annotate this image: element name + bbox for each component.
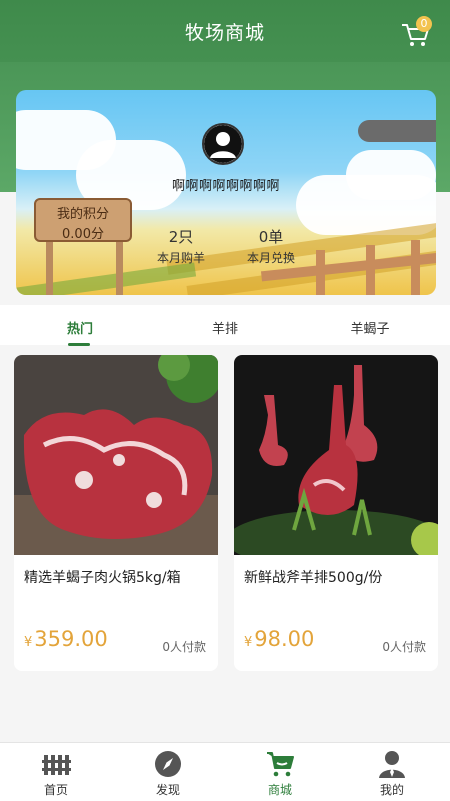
- paid-count: 0人付款: [382, 640, 426, 654]
- currency-symbol: ¥: [24, 635, 33, 650]
- product-name: 精选羊蝎子肉火锅5kg/箱: [24, 570, 181, 586]
- tab-lamb-chops[interactable]: 羊排: [195, 318, 255, 337]
- nav-label: 首页: [43, 783, 68, 797]
- active-tab-indicator: [68, 343, 90, 346]
- tab-hot[interactable]: 热门: [50, 318, 110, 337]
- tab-lamb-spine[interactable]: 羊蝎子: [330, 318, 410, 337]
- fence-post: [316, 250, 325, 295]
- stat-monthly-exchange: 0单 本月兑换: [236, 226, 306, 266]
- product-image: [14, 355, 218, 555]
- points-value: 0.00分: [62, 227, 104, 242]
- price-value: 98.00: [254, 627, 315, 651]
- product-card[interactable]: 精选羊蝎子肉火锅5kg/箱 ¥359.00 0人付款: [14, 355, 218, 671]
- nav-item-home[interactable]: 首页: [0, 743, 112, 801]
- stat-value: 0单: [258, 228, 284, 246]
- shopping-cart-icon: [267, 752, 294, 777]
- sign-in-pill[interactable]: [358, 120, 436, 142]
- nav-label: 我的: [379, 783, 404, 797]
- price-value: 359.00: [34, 627, 108, 651]
- nav-item-mall[interactable]: 商城: [224, 743, 336, 801]
- stat-value: 2只: [168, 228, 194, 246]
- profile-banner: 啊啊啊啊啊啊啊啊 我的积分 0.00分 2只 本月购羊 0单 本月兑换: [16, 90, 436, 295]
- fence-post: [366, 245, 375, 295]
- home-fence-icon: [42, 755, 71, 775]
- cart-count-badge: 0: [416, 16, 432, 32]
- fence-post: [411, 240, 420, 295]
- product-image: [234, 355, 438, 570]
- user-icon: [379, 751, 405, 778]
- points-label: 我的积分: [56, 207, 109, 222]
- avatar[interactable]: [202, 123, 244, 165]
- bottom-nav: 首页 发现 商城 我的: [0, 742, 450, 801]
- product-price: ¥359.00: [24, 627, 108, 651]
- currency-symbol: ¥: [244, 635, 253, 650]
- product-price: ¥98.00: [244, 627, 314, 651]
- field-stripe: [16, 262, 197, 295]
- stat-monthly-sheep: 2只 本月购羊: [146, 226, 216, 266]
- points-sign[interactable]: 我的积分 0.00分: [34, 198, 132, 242]
- product-card[interactable]: 新鲜战斧羊排500g/份 ¥98.00 0人付款: [234, 355, 438, 671]
- stat-label: 本月兑换: [246, 251, 295, 265]
- page-title: 牧场商城: [184, 22, 265, 44]
- sign-post: [116, 240, 123, 295]
- user-nickname: 啊啊啊啊啊啊啊啊: [171, 179, 280, 194]
- nav-label: 发现: [155, 783, 180, 797]
- sign-post: [46, 240, 53, 295]
- product-name: 新鲜战斧羊排500g/份: [244, 570, 383, 586]
- user-avatar-icon: [204, 125, 242, 163]
- paid-count: 0人付款: [162, 640, 206, 654]
- nav-label: 商城: [267, 783, 292, 797]
- stat-label: 本月购羊: [156, 251, 205, 265]
- nav-item-profile[interactable]: 我的: [336, 743, 448, 801]
- nav-item-discover[interactable]: 发现: [112, 743, 224, 801]
- compass-icon: [155, 751, 181, 777]
